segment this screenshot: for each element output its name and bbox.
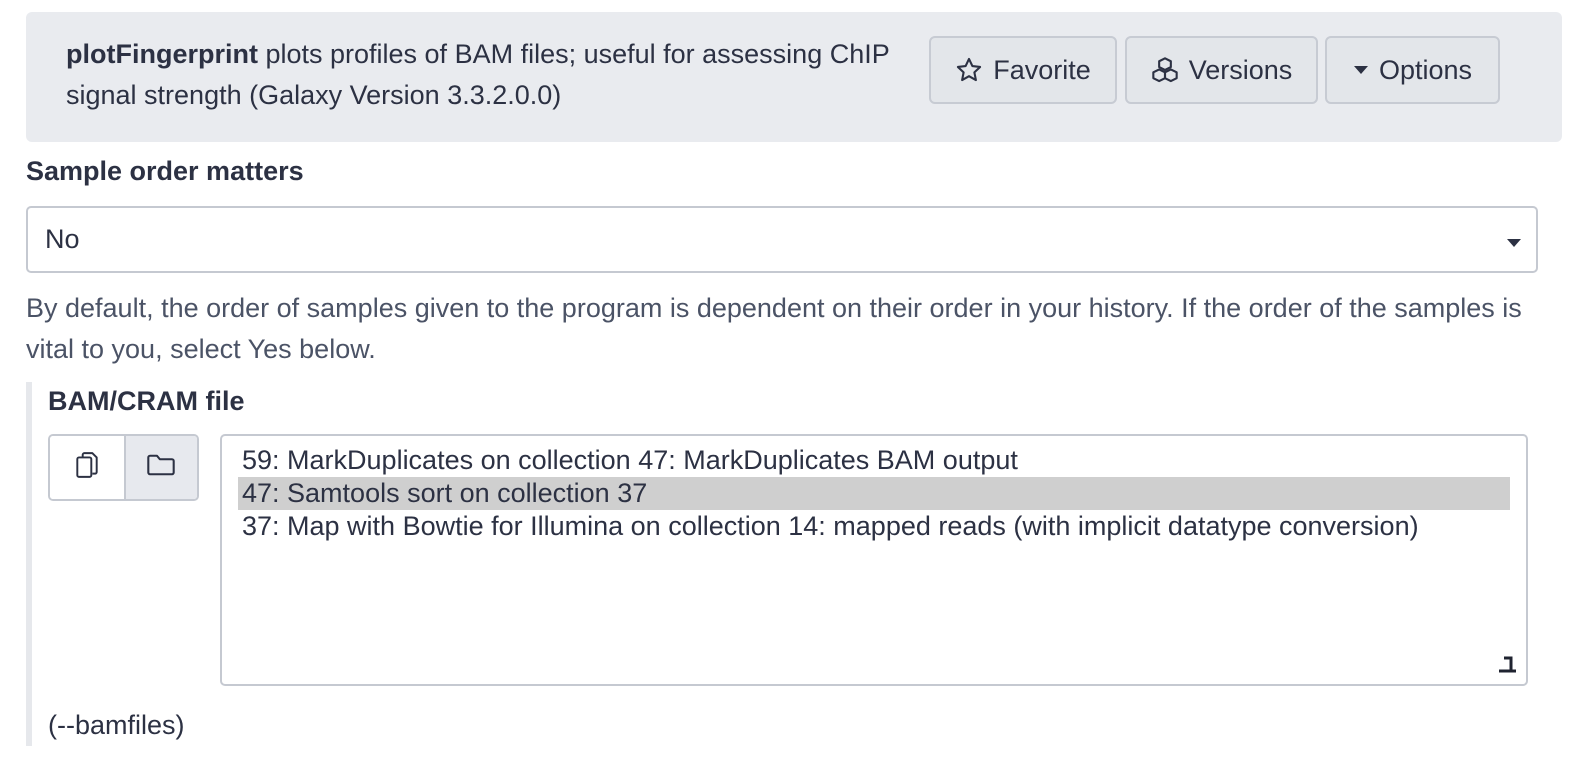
folder-icon [146, 452, 176, 483]
dataset-collection-button[interactable] [123, 436, 197, 499]
copy-icon [74, 451, 100, 484]
versions-button[interactable]: Versions [1125, 36, 1318, 104]
options-label: Options [1378, 54, 1473, 85]
argument-label: (--bamfiles) [48, 710, 185, 740]
input-mode-button-group [48, 434, 199, 501]
tool-name: plotFingerprint [66, 39, 258, 69]
bam-input-section: BAM/CRAM file 59: MarkDuplicates on coll… [26, 382, 1538, 746]
sample-order-select[interactable]: No [26, 206, 1538, 273]
versions-label: Versions [1188, 54, 1293, 85]
list-item[interactable]: 37: Map with Bowtie for Illumina on coll… [238, 510, 1510, 543]
cubes-icon [1151, 56, 1179, 84]
list-item[interactable]: 47: Samtools sort on collection 37 [238, 477, 1510, 510]
star-icon [955, 56, 983, 84]
bam-file-listbox[interactable]: 59: MarkDuplicates on collection 47: Mar… [220, 434, 1528, 686]
favorite-button[interactable]: Favorite [929, 36, 1117, 104]
resize-handle-icon[interactable] [1496, 653, 1518, 678]
favorite-label: Favorite [993, 54, 1091, 85]
options-button[interactable]: Options [1325, 36, 1500, 104]
caret-down-icon [1353, 64, 1369, 76]
sample-order-value: No [45, 224, 80, 254]
tool-title: plotFingerprint plots profiles of BAM fi… [66, 34, 946, 116]
caret-down-icon [1506, 236, 1522, 254]
sample-order-help: By default, the order of samples given t… [26, 293, 1522, 364]
bam-input-label: BAM/CRAM file [48, 386, 245, 416]
list-item[interactable]: 59: MarkDuplicates on collection 47: Mar… [238, 444, 1510, 477]
sample-order-label: Sample order matters [26, 156, 304, 186]
tool-header: plotFingerprint plots profiles of BAM fi… [26, 12, 1562, 142]
multiple-datasets-button[interactable] [50, 436, 124, 499]
